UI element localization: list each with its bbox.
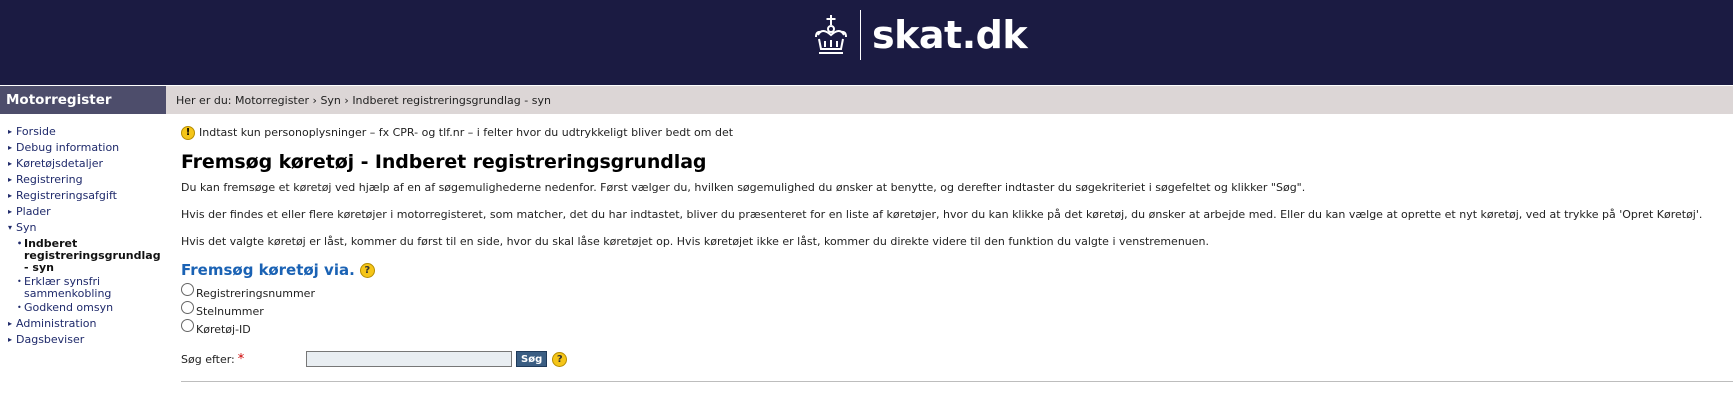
main-content: ! Indtast kun personoplysninger – fx CPR… <box>181 124 1733 367</box>
sidebar-item-administration[interactable]: ▸ Administration <box>0 316 166 332</box>
triangle-right-icon: ▸ <box>8 127 13 136</box>
search-row: Søg efter: * Søg ? <box>181 351 1733 367</box>
privacy-notice: ! Indtast kun personoplysninger – fx CPR… <box>181 124 1733 142</box>
sidebar-item-debug-information[interactable]: ▸ Debug information <box>0 140 166 156</box>
radio-button[interactable] <box>181 283 194 296</box>
sidebar-item-plader[interactable]: ▸ Plader <box>0 204 166 220</box>
sidebar-title: Motorregister <box>0 86 166 114</box>
triangle-right-icon: ▸ <box>8 207 13 216</box>
sidebar-item-label: Erklær synsfri sammenkobling <box>24 275 112 300</box>
triangle-right-icon: ▸ <box>8 175 13 184</box>
sidebar-item-label: Administration <box>16 317 97 330</box>
sidebar-item-label: Godkend omsyn <box>24 301 114 314</box>
sidebar-item-dagsbeviser[interactable]: ▸ Dagsbeviser <box>0 332 166 348</box>
crown-icon <box>815 15 847 54</box>
radio-label: Stelnummer <box>196 305 264 318</box>
logo-divider <box>860 10 861 60</box>
page-title: Fremsøg køretøj - Indberet registrerings… <box>181 151 707 173</box>
radio-button[interactable] <box>181 319 194 332</box>
bullet-icon: • <box>17 303 22 312</box>
radio-label: Registreringsnummer <box>196 287 315 300</box>
intro-paragraph: Hvis der findes et eller flere køretøjer… <box>181 208 1703 221</box>
option-koretoj-id[interactable]: Køretøj-ID <box>181 319 1733 339</box>
triangle-right-icon: ▸ <box>8 335 13 344</box>
sidebar-item-label: Indberet registreringsgrundlag - syn <box>24 237 161 274</box>
breadcrumb-separator: › <box>344 94 349 107</box>
sidebar-item-label: Køretøjsdetaljer <box>16 157 104 170</box>
sidebar-nav: ▸ Forside ▸ Debug information ▸ Køretøjsdet… <box>0 124 166 348</box>
bullet-icon: • <box>17 239 23 248</box>
triangle-right-icon: ▸ <box>8 159 13 168</box>
search-via-section: Fremsøg køretøj via. ? <box>181 261 1733 279</box>
sidebar-item-registrering[interactable]: ▸ Registrering <box>0 172 166 188</box>
triangle-right-icon: ▸ <box>8 143 13 152</box>
search-type-options: Registreringsnummer Stelnummer Køretøj-I… <box>181 283 1733 339</box>
intro-paragraph: Hvis det valgte køretøj er låst, kommer … <box>181 235 1210 248</box>
top-header: skat.dk <box>0 0 1733 85</box>
sidebar-item-erklaer-synsfri[interactable]: • Erklær synsfri sammenkobling <box>0 276 166 300</box>
breadcrumb-separator: › <box>312 94 317 107</box>
sidebar-item-godkend-omsyn[interactable]: • Godkend omsyn <box>0 302 166 314</box>
sidebar-item-forside[interactable]: ▸ Forside <box>0 124 166 140</box>
sidebar-item-label: Debug information <box>16 141 120 154</box>
breadcrumb: Her er du: Motorregister › Syn › Indbere… <box>166 86 1733 114</box>
option-registreringsnummer[interactable]: Registreringsnummer <box>181 283 1733 303</box>
help-icon[interactable]: ? <box>359 262 375 278</box>
search-button[interactable]: Søg <box>516 351 548 367</box>
intro-paragraph: Du kan fremsøge et køretøj ved hjælp af … <box>181 181 1306 194</box>
search-via-heading: Fremsøg køretøj via. <box>181 261 355 279</box>
sidebar-item-syn[interactable]: ▾ Syn <box>0 220 166 236</box>
sidebar-item-koretojsdetaljer[interactable]: ▸ Køretøjsdetaljer <box>0 156 166 172</box>
radio-label: Køretøj-ID <box>196 323 251 336</box>
exclamation-icon: ! <box>181 126 195 140</box>
search-input[interactable] <box>306 351 512 367</box>
divider-line <box>181 381 1733 382</box>
breadcrumb-item-syn[interactable]: Syn <box>320 94 340 107</box>
required-marker: * <box>237 351 245 367</box>
skat-logo[interactable]: skat.dk <box>812 10 1028 60</box>
triangle-right-icon: ▸ <box>8 191 13 200</box>
option-stelnummer[interactable]: Stelnummer <box>181 301 1733 321</box>
triangle-down-icon: ▾ <box>8 223 13 232</box>
search-label: Søg efter: * <box>181 352 306 367</box>
bullet-icon: • <box>17 277 22 286</box>
sidebar-item-label: Forside <box>16 125 56 138</box>
search-label-text: Søg efter: <box>181 352 235 366</box>
breadcrumb-item-motorregister[interactable]: Motorregister <box>235 94 309 107</box>
sidebar-item-indberet-registreringsgrundlag[interactable]: • Indberet registreringsgrundlag - syn <box>0 238 166 274</box>
sidebar-item-label: Dagsbeviser <box>16 333 85 346</box>
sidebar-item-label: Registrering <box>16 173 83 186</box>
brand-name: skat.dk <box>872 13 1028 57</box>
privacy-notice-text: Indtast kun personoplysninger – fx CPR- … <box>199 126 734 139</box>
breadcrumb-item-current: Indberet registreringsgrundlag - syn <box>352 94 551 107</box>
breadcrumb-prefix: Her er du: <box>176 94 232 107</box>
sidebar-item-label: Registreringsafgift <box>16 189 117 202</box>
sidebar-item-label: Syn <box>16 221 37 234</box>
sidebar-item-registreringsafgift[interactable]: ▸ Registreringsafgift <box>0 188 166 204</box>
help-icon[interactable]: ? <box>552 351 568 367</box>
triangle-right-icon: ▸ <box>8 319 13 328</box>
radio-button[interactable] <box>181 301 194 314</box>
sidebar-item-label: Plader <box>16 205 51 218</box>
